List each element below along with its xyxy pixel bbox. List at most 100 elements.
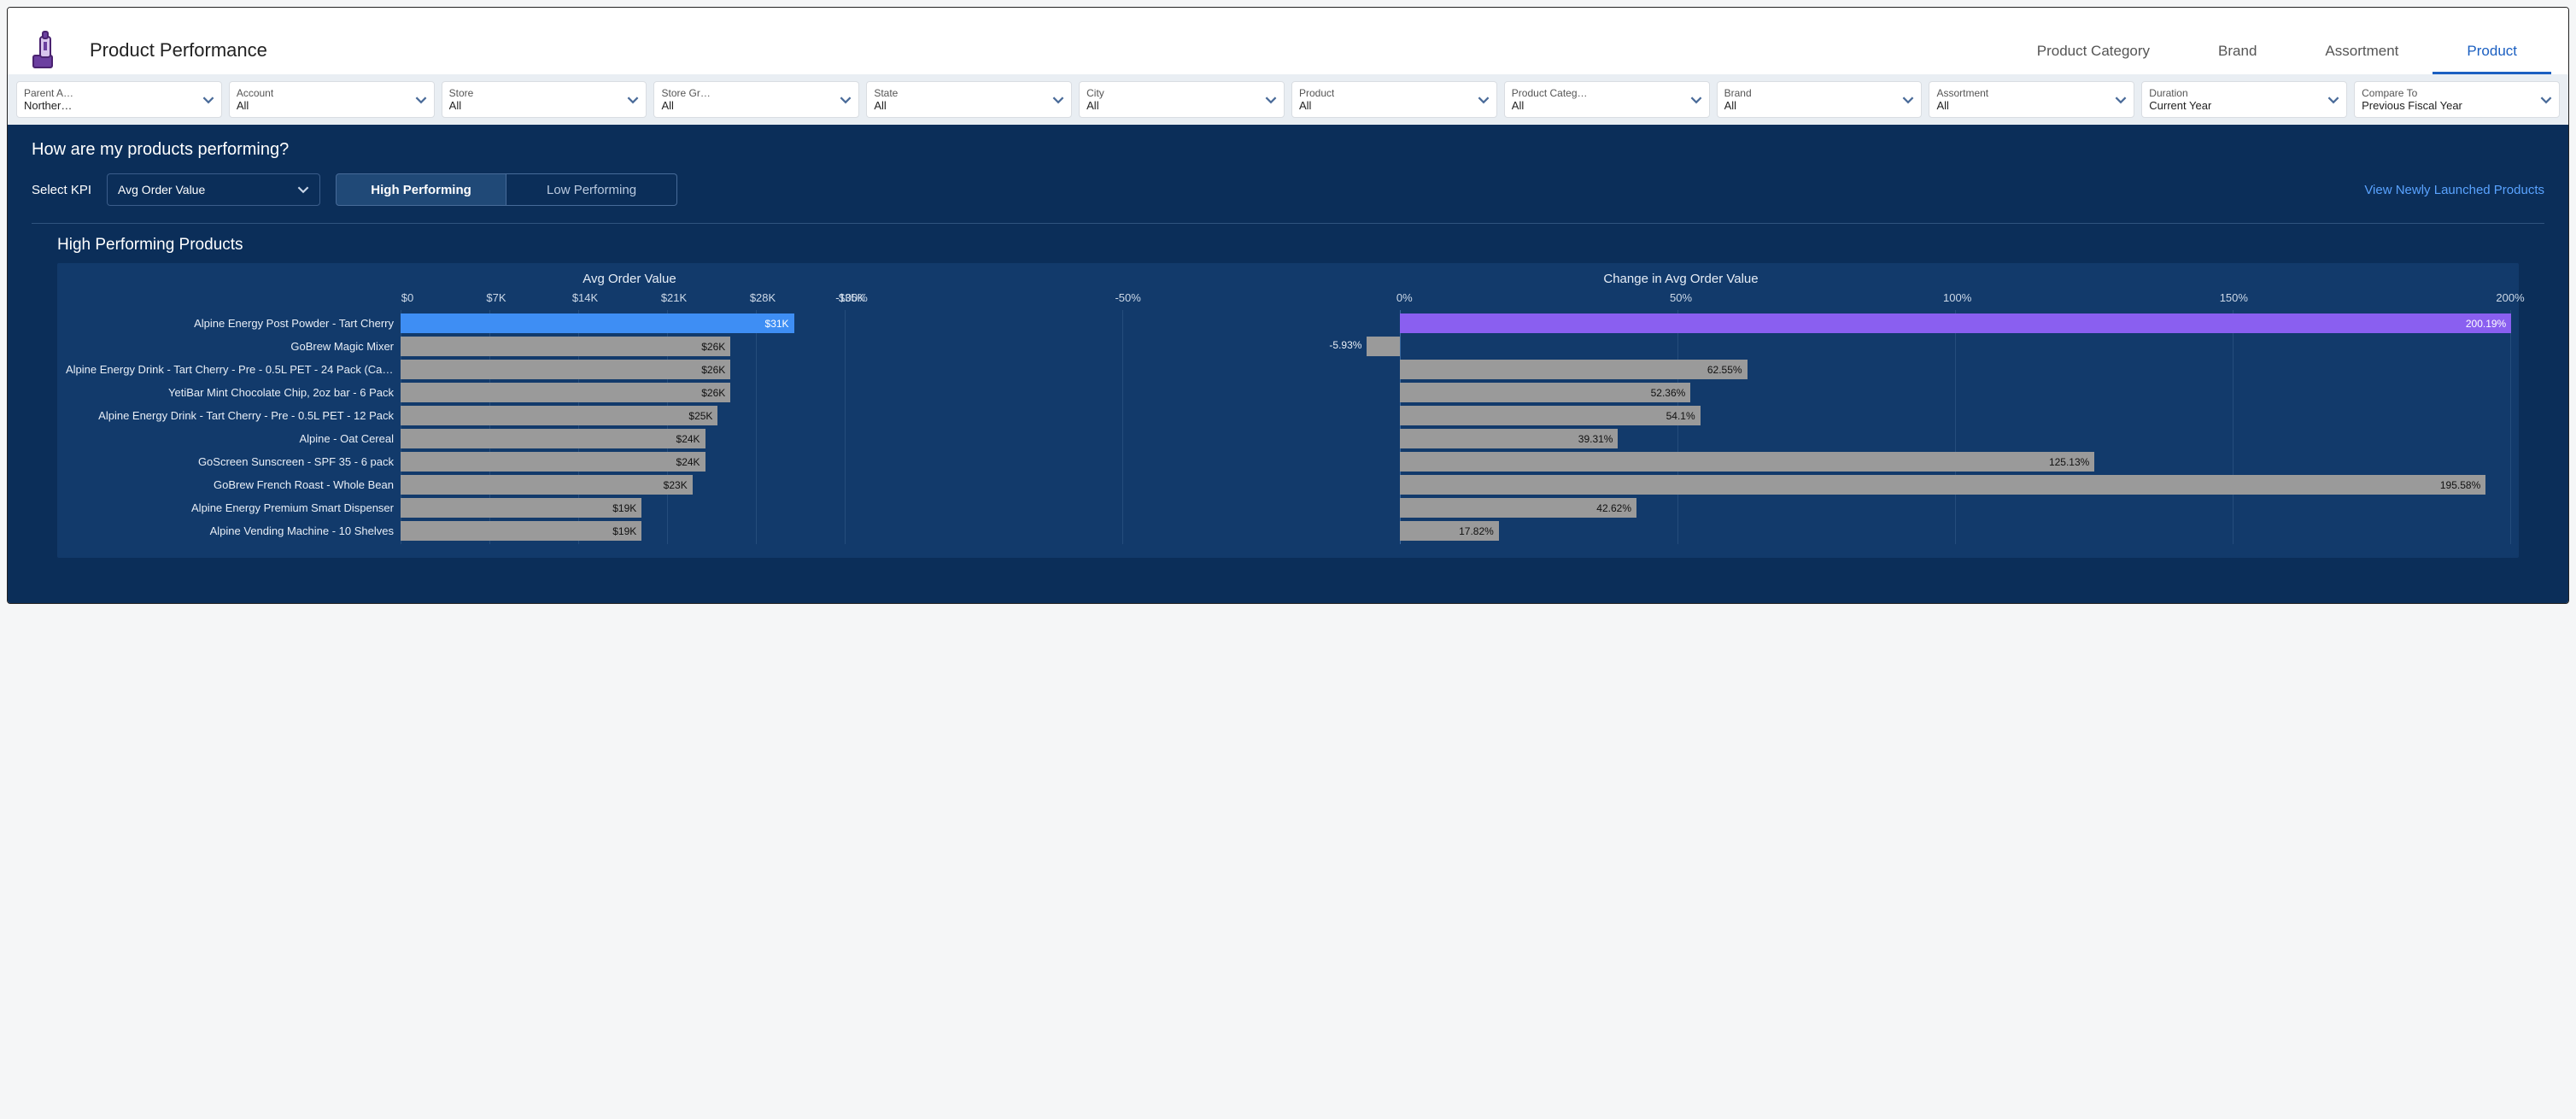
filter-10[interactable]: DurationCurrent Year xyxy=(2141,81,2347,118)
filter-2[interactable]: StoreAll xyxy=(442,81,647,118)
filter-1[interactable]: AccountAll xyxy=(229,81,435,118)
filter-3[interactable]: Store Gr…All xyxy=(653,81,859,118)
value-bar-label: $26K xyxy=(701,341,725,353)
value-bar-area: $26K xyxy=(401,381,845,404)
change-bar[interactable]: 17.82% xyxy=(1400,521,1499,541)
chevron-down-icon xyxy=(627,94,639,106)
filter-value: All xyxy=(661,99,710,112)
filter-4[interactable]: StateAll xyxy=(866,81,1072,118)
change-bar[interactable]: 52.36% xyxy=(1400,383,1690,402)
controls-row: Select KPI Avg Order Value High Performi… xyxy=(32,173,2544,206)
change-bar-label: 195.58% xyxy=(2440,479,2480,491)
value-bar[interactable]: $23K xyxy=(401,475,693,495)
change-bar[interactable]: 195.58% xyxy=(1400,475,2485,495)
row-label: Alpine Vending Machine - 10 Shelves xyxy=(66,524,401,537)
value-bar[interactable]: $26K xyxy=(401,337,730,356)
value-bar-label: $26K xyxy=(701,387,725,399)
value-bar[interactable]: $31K xyxy=(401,313,794,333)
filter-label: Account xyxy=(237,87,273,99)
row-label: Alpine - Oat Cereal xyxy=(66,432,401,445)
axis-tick: $7K xyxy=(486,291,506,304)
change-bar-area: 42.62% xyxy=(845,496,2510,519)
view-new-products-link[interactable]: View Newly Launched Products xyxy=(2364,183,2544,197)
value-bar[interactable]: $19K xyxy=(401,521,641,541)
chart-container: Avg Order Value Change in Avg Order Valu… xyxy=(57,263,2519,558)
axis-tick: $21K xyxy=(661,291,687,304)
change-bar[interactable]: 125.13% xyxy=(1400,452,2094,472)
filter-5[interactable]: CityAll xyxy=(1079,81,1285,118)
row-label: YetiBar Mint Chocolate Chip, 2oz bar - 6… xyxy=(66,386,401,399)
value-bar-label: $26K xyxy=(701,364,725,376)
header-left: Product Performance xyxy=(25,26,267,74)
change-bar[interactable]: 54.1% xyxy=(1400,406,1701,425)
filter-value: All xyxy=(237,99,273,112)
change-bar[interactable]: 62.55% xyxy=(1400,360,1748,379)
value-bar-area: $19K xyxy=(401,496,845,519)
change-bar-label: 62.55% xyxy=(1707,364,1742,376)
chevron-down-icon xyxy=(2115,94,2127,106)
change-bar-area: 200.19% xyxy=(845,312,2510,335)
change-bar[interactable]: -5.93% xyxy=(1367,337,1400,356)
filter-label: Store xyxy=(449,87,474,99)
tab-product-category[interactable]: Product Category xyxy=(2003,31,2184,74)
chevron-down-icon xyxy=(1265,94,1277,106)
value-bar[interactable]: $19K xyxy=(401,498,641,518)
chart-row: Alpine Energy Premium Smart Dispenser$19… xyxy=(66,496,2510,519)
chart-row: Alpine - Oat Cereal$24K 39.31% xyxy=(66,427,2510,450)
axis-tick: 150% xyxy=(2220,291,2248,304)
value-bar-area: $26K xyxy=(401,335,845,358)
filter-8[interactable]: BrandAll xyxy=(1717,81,1923,118)
value-bar[interactable]: $25K xyxy=(401,406,717,425)
row-label: Alpine Energy Drink - Tart Cherry - Pre … xyxy=(66,363,401,376)
change-bar[interactable]: 42.62% xyxy=(1400,498,1636,518)
value-bar[interactable]: $26K xyxy=(401,383,730,402)
tab-product[interactable]: Product xyxy=(2433,31,2551,74)
filter-value: All xyxy=(1512,99,1588,112)
row-label: GoBrew Magic Mixer xyxy=(66,340,401,353)
kpi-label: Select KPI xyxy=(32,183,91,197)
change-bar[interactable]: 39.31% xyxy=(1400,429,1619,448)
row-label: Alpine Energy Post Powder - Tart Cherry xyxy=(66,317,401,330)
kpi-select[interactable]: Avg Order Value xyxy=(107,173,320,206)
axis-row: $0$7K$14K$21K$28K$35K -100%-50%0%50%100%… xyxy=(66,286,2510,312)
chevron-down-icon xyxy=(1690,94,1702,106)
filter-11[interactable]: Compare ToPrevious Fiscal Year xyxy=(2354,81,2560,118)
value-bar[interactable]: $26K xyxy=(401,360,730,379)
chevron-down-icon xyxy=(840,94,852,106)
change-bar[interactable]: 200.19% xyxy=(1400,313,2511,333)
change-bar-area: -5.93% xyxy=(845,335,2510,358)
filter-0[interactable]: Parent A…Norther… xyxy=(16,81,222,118)
value-bar[interactable]: $24K xyxy=(401,429,705,448)
chart-row: YetiBar Mint Chocolate Chip, 2oz bar - 6… xyxy=(66,381,2510,404)
filter-6[interactable]: ProductAll xyxy=(1291,81,1497,118)
filter-9[interactable]: AssortmentAll xyxy=(1929,81,2134,118)
change-bar-area: 195.58% xyxy=(845,473,2510,496)
filter-7[interactable]: Product Categ…All xyxy=(1504,81,1710,118)
filter-value: Current Year xyxy=(2149,99,2211,112)
product-performance-icon xyxy=(25,26,73,74)
segment-low-performing[interactable]: Low Performing xyxy=(506,173,677,206)
segment-high-performing[interactable]: High Performing xyxy=(336,173,506,206)
axis-tick: 100% xyxy=(1943,291,1971,304)
change-bar-label: 17.82% xyxy=(1459,525,1494,537)
tab-brand[interactable]: Brand xyxy=(2184,31,2291,74)
row-label: GoBrew French Roast - Whole Bean xyxy=(66,478,401,491)
value-bar-area: $19K xyxy=(401,519,845,542)
axis-tick: $28K xyxy=(750,291,776,304)
app-frame: Product Performance Product CategoryBran… xyxy=(7,7,2569,604)
value-bar-label: $19K xyxy=(612,525,636,537)
filter-label: City xyxy=(1086,87,1104,99)
value-bar[interactable]: $24K xyxy=(401,452,705,472)
chevron-down-icon xyxy=(415,94,427,106)
filter-value: Previous Fiscal Year xyxy=(2362,99,2462,112)
filter-bar: Parent A…Norther…AccountAllStoreAllStore… xyxy=(8,74,2568,125)
chart-rows: Alpine Energy Post Powder - Tart Cherry$… xyxy=(66,312,2510,542)
filter-label: Parent A… xyxy=(24,87,73,99)
filter-label: Brand xyxy=(1724,87,1752,99)
change-bar-area: 62.55% xyxy=(845,358,2510,381)
page-title: Product Performance xyxy=(90,39,267,62)
change-bar-label: 125.13% xyxy=(2049,456,2089,468)
tab-assortment[interactable]: Assortment xyxy=(2291,31,2433,74)
chart-headers: Avg Order Value Change in Avg Order Valu… xyxy=(66,272,2510,286)
divider xyxy=(32,223,2544,224)
